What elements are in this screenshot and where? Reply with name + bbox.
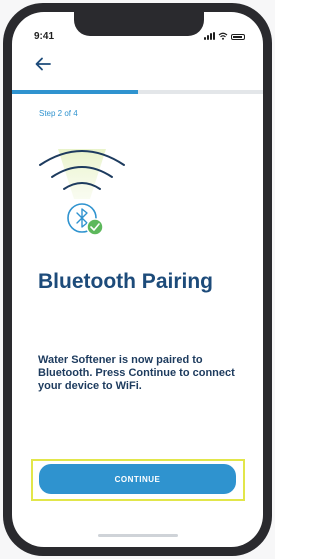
progress-bar [12, 90, 263, 94]
page-title: Bluetooth Pairing [38, 270, 213, 293]
screenshot-canvas: 9:41 Step 2 of 4 Bluetooth Pairing Water… [0, 0, 275, 559]
page-description: Water Softener is now paired to Bluetoot… [38, 354, 235, 392]
phone-frame: 9:41 Step 2 of 4 Bluetooth Pairing Water… [3, 3, 272, 556]
battery-icon [231, 34, 245, 40]
phone-screen: 9:41 Step 2 of 4 Bluetooth Pairing Water… [12, 12, 263, 547]
bluetooth-pairing-illustration [39, 149, 125, 236]
phone-notch [74, 12, 204, 36]
home-indicator [98, 534, 178, 537]
check-badge-icon [86, 218, 104, 236]
progress-bar-fill [12, 90, 138, 94]
step-indicator: Step 2 of 4 [39, 109, 78, 118]
wifi-status-icon [218, 32, 228, 40]
signal-beam [58, 149, 106, 199]
arrow-left-icon[interactable] [34, 56, 52, 72]
continue-button[interactable]: CONTINUE [39, 464, 236, 494]
status-time: 9:41 [34, 31, 55, 42]
status-icons [204, 30, 245, 40]
signal-icon [204, 32, 215, 40]
